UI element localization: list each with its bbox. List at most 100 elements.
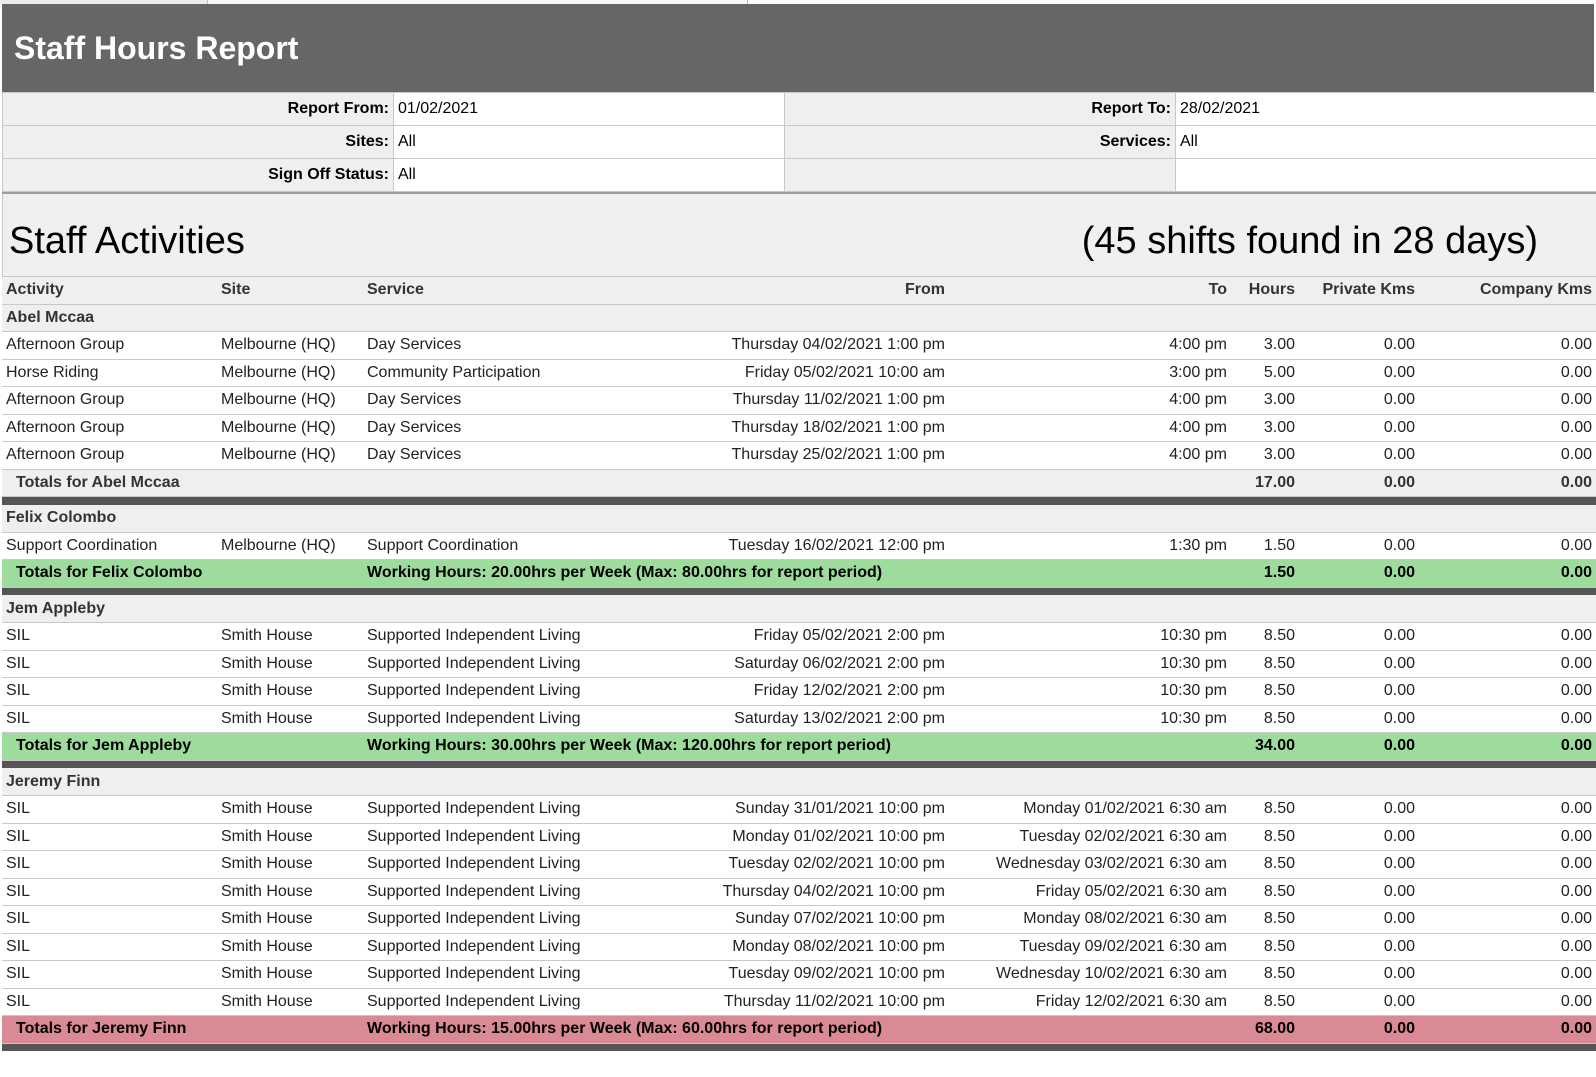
column-header-activity[interactable]: Activity (2, 276, 217, 305)
empty-param-label (784, 158, 1176, 192)
table-row[interactable]: Afternoon Group Melbourne (HQ) Day Service… (2, 331, 1596, 360)
cell-site: Melbourne (HQ) (217, 386, 363, 415)
table-row[interactable]: SIL Smith House Supported Independent Livi… (2, 878, 1596, 906)
cell-private-kms: 0.00 (1299, 795, 1419, 824)
cell-from: Friday 05/02/2021 10:00 am (583, 359, 949, 387)
cell-from: Thursday 25/02/2021 1:00 pm (583, 441, 949, 470)
cell-to: 10:30 pm (949, 650, 1231, 678)
cell-company-kms: 0.00 (1419, 960, 1596, 989)
staff-group-header: Jem Appleby (2, 595, 1596, 623)
separator-bar (2, 587, 1596, 595)
working-hours-text (363, 469, 1231, 497)
cell-private-kms: 0.00 (1299, 441, 1419, 470)
report-title: Staff Hours Report (14, 30, 299, 66)
table-row[interactable]: SIL Smith House Supported Independent Livi… (2, 622, 1596, 651)
cell-private-kms: 0.00 (1299, 532, 1419, 560)
working-hours-text: Working Hours: 20.00hrs per Week (Max: 8… (363, 559, 1231, 588)
totals-label: Totals for Abel Mccaa (2, 469, 363, 497)
cell-site: Melbourne (HQ) (217, 414, 363, 442)
staff-name: Abel Mccaa (2, 304, 1596, 332)
cell-activity: SIL (2, 622, 217, 651)
total-company-kms: 0.00 (1419, 1015, 1596, 1044)
table-row[interactable]: SIL Smith House Supported Independent Livi… (2, 705, 1596, 733)
working-hours-text: Working Hours: 30.00hrs per Week (Max: 1… (363, 732, 1231, 761)
sign-off-status-label: Sign Off Status: (2, 158, 394, 192)
cell-activity: SIL (2, 988, 217, 1016)
cell-company-kms: 0.00 (1419, 795, 1596, 824)
cell-hours: 5.00 (1231, 359, 1299, 387)
cell-to: Wednesday 03/02/2021 6:30 am (949, 850, 1231, 879)
staff-group-header: Felix Colombo (2, 504, 1596, 533)
column-header-site[interactable]: Site (217, 276, 363, 305)
table-row[interactable]: Horse Riding Melbourne (HQ) Community Part… (2, 359, 1596, 387)
cell-company-kms: 0.00 (1419, 532, 1596, 560)
table-row[interactable]: SIL Smith House Supported Independent Livi… (2, 677, 1596, 706)
table-row[interactable]: Afternoon Group Melbourne (HQ) Day Service… (2, 441, 1596, 470)
cell-hours: 8.50 (1231, 905, 1299, 934)
totals-label: Totals for Jeremy Finn (2, 1015, 363, 1044)
table-row[interactable]: SIL Smith House Supported Independent Livi… (2, 650, 1596, 678)
cell-service: Supported Independent Living (SIL) (363, 622, 583, 651)
cell-to: Friday 12/02/2021 6:30 am (949, 988, 1231, 1016)
cell-company-kms: 0.00 (1419, 988, 1596, 1016)
table-row[interactable]: SIL Smith House Supported Independent Livi… (2, 823, 1596, 851)
cell-site: Smith House (217, 850, 363, 879)
column-header-private-kms[interactable]: Private Kms (1299, 276, 1419, 305)
cell-site: Melbourne (HQ) (217, 441, 363, 470)
cell-from: Tuesday 09/02/2021 10:00 pm (583, 960, 949, 989)
cell-site: Smith House (217, 795, 363, 824)
total-hours: 17.00 (1231, 469, 1299, 497)
table-row[interactable]: SIL Smith House Supported Independent Livi… (2, 988, 1596, 1016)
sites-label: Sites: (2, 125, 394, 159)
sites-value: All (393, 125, 785, 159)
cell-activity: Afternoon Group (2, 331, 217, 360)
staff-group-header: Abel Mccaa (2, 304, 1596, 332)
cell-from: Saturday 13/02/2021 2:00 pm (583, 705, 949, 733)
cell-hours: 8.50 (1231, 795, 1299, 824)
cell-activity: SIL (2, 933, 217, 961)
cell-to: Tuesday 09/02/2021 6:30 am (949, 933, 1231, 961)
table-row[interactable]: SIL Smith House Supported Independent Livi… (2, 905, 1596, 934)
cell-hours: 8.50 (1231, 850, 1299, 879)
totals-row: Totals for Abel Mccaa 17.00 0.00 0.00 (2, 469, 1596, 497)
table-row[interactable]: Afternoon Group Melbourne (HQ) Day Service… (2, 386, 1596, 415)
column-header-hours[interactable]: Hours (1231, 276, 1299, 305)
cell-to: Friday 05/02/2021 6:30 am (949, 878, 1231, 906)
table-row[interactable]: SIL Smith House Supported Independent Livi… (2, 960, 1596, 989)
cell-from: Tuesday 16/02/2021 12:00 pm (583, 532, 949, 560)
table-row[interactable]: SIL Smith House Supported Independent Livi… (2, 850, 1596, 879)
cell-company-kms: 0.00 (1419, 878, 1596, 906)
report-from-value: 01/02/2021 (393, 92, 785, 126)
cell-activity: SIL (2, 823, 217, 851)
cell-site: Smith House (217, 622, 363, 651)
cell-activity: SIL (2, 878, 217, 906)
table-row[interactable]: SIL Smith House Supported Independent Livi… (2, 795, 1596, 824)
report-header: Staff Hours Report (2, 4, 1594, 92)
total-private-kms: 0.00 (1299, 559, 1419, 588)
cell-to: 3:00 pm (949, 359, 1231, 387)
cell-service: Supported Independent Living (SIL) (363, 905, 583, 934)
sign-off-status-value: All (393, 158, 785, 192)
column-header-to[interactable]: To (949, 276, 1231, 305)
cell-service: Support Coordination (363, 532, 583, 560)
cell-activity: Support Coordination (2, 532, 217, 560)
table-row[interactable]: Afternoon Group Melbourne (HQ) Day Service… (2, 414, 1596, 442)
totals-row: Totals for Jem Appleby Working Hours: 30.… (2, 732, 1596, 761)
cell-service: Community Participation (363, 359, 583, 387)
total-hours: 1.50 (1231, 559, 1299, 588)
table-row[interactable]: SIL Smith House Supported Independent Livi… (2, 933, 1596, 961)
column-header-from[interactable]: From (583, 276, 949, 305)
column-header-service[interactable]: Service (363, 276, 583, 305)
cell-hours: 8.50 (1231, 823, 1299, 851)
group-separator (2, 587, 1596, 595)
cell-site: Melbourne (HQ) (217, 359, 363, 387)
table-row[interactable]: Support Coordination Melbourne (HQ) Suppor… (2, 532, 1596, 560)
cell-to: 4:00 pm (949, 414, 1231, 442)
cell-private-kms: 0.00 (1299, 988, 1419, 1016)
cell-from: Sunday 07/02/2021 10:00 pm (583, 905, 949, 934)
empty-param-value (1175, 158, 1596, 192)
column-header-company-kms[interactable]: Company Kms (1419, 276, 1596, 305)
cell-company-kms: 0.00 (1419, 933, 1596, 961)
cell-company-kms: 0.00 (1419, 823, 1596, 851)
cell-to: Tuesday 02/02/2021 6:30 am (949, 823, 1231, 851)
